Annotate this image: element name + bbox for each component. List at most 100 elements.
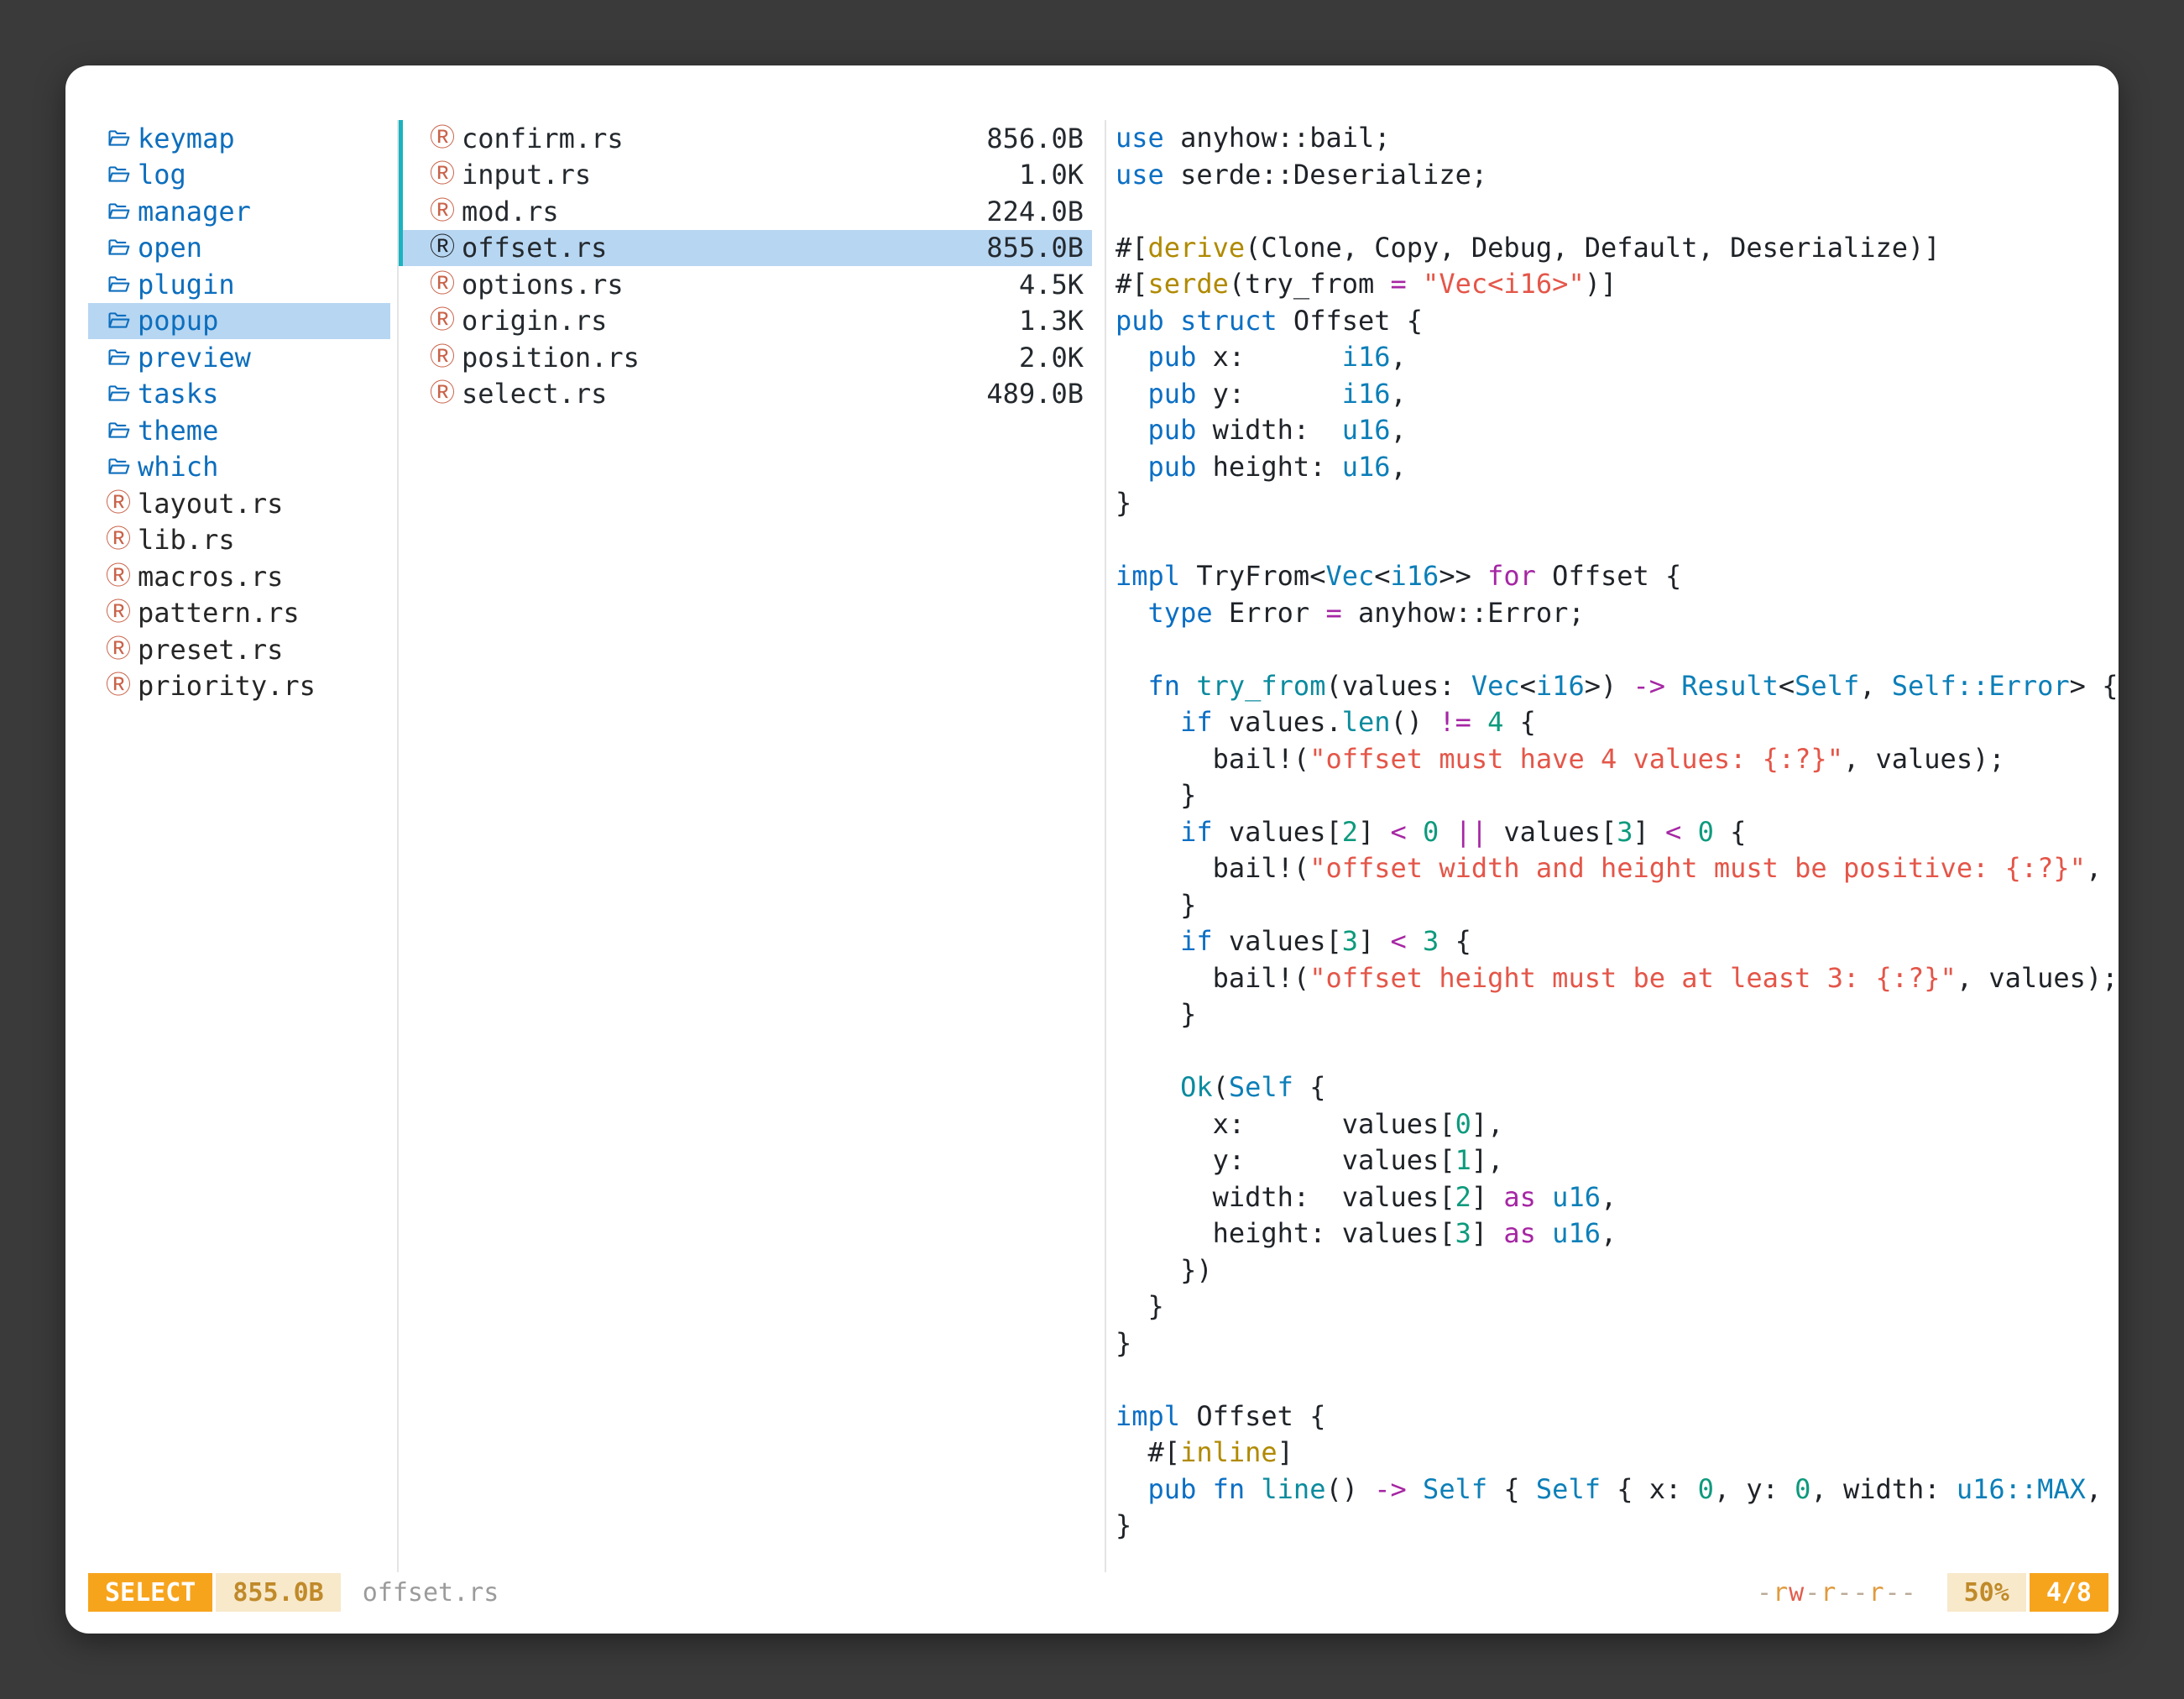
code-line: bail!("offset must have 4 values: {:?}",…	[1116, 741, 2119, 778]
code-token: fn	[1148, 670, 1181, 702]
code-token	[1116, 1473, 1148, 1505]
item-label: origin.rs	[462, 305, 607, 337]
code-token: > {	[2070, 670, 2119, 702]
code-token: <	[1520, 670, 1536, 702]
item-label: tasks	[138, 378, 218, 410]
code-token: anyhow::Error;	[1342, 597, 1585, 629]
code-token: }	[1116, 889, 1196, 921]
permissions: -rw-r--r--	[1757, 1578, 1917, 1608]
dir-item-manager[interactable]: manager	[88, 193, 390, 230]
code-token: }	[1116, 779, 1196, 811]
code-token: i16	[1391, 560, 1439, 592]
file-item-options.rs[interactable]: Ⓡ options.rs 4.5K	[399, 266, 1092, 303]
code-token: ,	[1391, 341, 1407, 373]
dir-item-popup[interactable]: popup	[88, 303, 390, 340]
file-item-preset.rs[interactable]: Ⓡ preset.rs	[88, 631, 390, 668]
code-line: use anyhow::bail;	[1116, 120, 2119, 157]
item-size: 1.3K	[1019, 305, 1084, 337]
code-token: impl	[1116, 560, 1180, 592]
code-token: Self	[1423, 1473, 1487, 1505]
dir-item-which[interactable]: which	[88, 449, 390, 486]
code-token: 1	[1455, 1144, 1471, 1176]
code-token: height:	[1196, 451, 1341, 483]
code-token: ,	[1391, 451, 1407, 483]
code-line: width: values[2] as u16,	[1116, 1179, 2119, 1216]
file-item-macros.rs[interactable]: Ⓡ macros.rs	[88, 558, 390, 595]
rust-file-icon: Ⓡ	[430, 162, 455, 187]
code-line: }	[1116, 887, 2119, 924]
code-token: {	[1439, 925, 1471, 957]
code-token: , width:	[1810, 1473, 1956, 1505]
code-token: 0	[1698, 816, 1714, 848]
file-item-lib.rs[interactable]: Ⓡ lib.rs	[88, 522, 390, 559]
code-token: 2	[1455, 1181, 1471, 1213]
file-item-input.rs[interactable]: Ⓡ input.rs 1.0K	[399, 157, 1092, 194]
file-item-select.rs[interactable]: Ⓡ select.rs 489.0B	[399, 376, 1092, 413]
code-token	[1116, 925, 1180, 957]
item-label: theme	[138, 415, 218, 447]
code-token: 0	[1455, 1108, 1471, 1140]
item-size: 224.0B	[986, 196, 1084, 227]
dir-item-open[interactable]: open	[88, 230, 390, 267]
yazi-file-manager-window: keymap log manager open	[65, 65, 2119, 1634]
folder-icon	[106, 309, 131, 332]
file-item-position.rs[interactable]: Ⓡ position.rs 2.0K	[399, 339, 1092, 376]
file-item-mod.rs[interactable]: Ⓡ mod.rs 224.0B	[399, 193, 1092, 230]
status-left: SELECT 855.0B offset.rs	[88, 1573, 499, 1612]
code-line: pub width: u16,	[1116, 412, 2119, 449]
rust-file-icon: Ⓡ	[430, 272, 455, 297]
file-item-pattern.rs[interactable]: Ⓡ pattern.rs	[88, 595, 390, 632]
item-label: macros.rs	[138, 561, 283, 593]
dir-item-theme[interactable]: theme	[88, 412, 390, 449]
item-label: offset.rs	[462, 232, 607, 264]
permission-char: -	[1805, 1578, 1821, 1608]
code-token	[1116, 451, 1148, 483]
rust-file-icon: Ⓡ	[106, 637, 131, 662]
file-item-confirm.rs[interactable]: Ⓡ confirm.rs 856.0B	[399, 120, 1092, 157]
code-line: }	[1116, 1289, 2119, 1325]
file-item-priority.rs[interactable]: Ⓡ priority.rs	[88, 668, 390, 705]
dir-item-log[interactable]: log	[88, 157, 390, 194]
code-token: u16	[1342, 414, 1391, 446]
code-token: "offset must have 4 values: {:?}"	[1309, 743, 1843, 775]
code-token: pub	[1148, 414, 1197, 446]
dir-item-preview[interactable]: preview	[88, 339, 390, 376]
code-token: if	[1180, 816, 1213, 848]
item-label: manager	[138, 196, 251, 227]
code-line: }	[1116, 777, 2119, 814]
rust-file-icon: Ⓡ	[106, 527, 131, 552]
code-token: <	[1665, 816, 1681, 848]
code-line: x: values[0],	[1116, 1106, 2119, 1143]
code-line: #[serde(try_from = "Vec<i16>")]	[1116, 266, 2119, 303]
file-item-layout.rs[interactable]: Ⓡ layout.rs	[88, 485, 390, 522]
dir-item-plugin[interactable]: plugin	[88, 266, 390, 303]
file-item-offset.rs[interactable]: Ⓡ offset.rs 855.0B	[399, 230, 1092, 267]
folder-icon	[106, 455, 131, 478]
selection-marker	[397, 157, 403, 194]
code-token: as	[1503, 1217, 1536, 1249]
file-item-origin.rs[interactable]: Ⓡ origin.rs 1.3K	[399, 303, 1092, 340]
code-token: ||	[1455, 816, 1488, 848]
permission-char: w	[1789, 1578, 1805, 1608]
code-token: (Clone, Copy, Debug, Default, Deserializ…	[1245, 232, 1940, 264]
folder-icon	[106, 200, 131, 223]
permission-char: -	[1901, 1578, 1917, 1608]
code-token: })	[1116, 1254, 1213, 1286]
status-filename: offset.rs	[363, 1578, 499, 1608]
code-token: i16	[1342, 341, 1391, 373]
code-token	[1471, 706, 1487, 738]
code-token: type	[1148, 597, 1213, 629]
code-token	[1407, 268, 1423, 300]
code-token: x: values[	[1116, 1108, 1455, 1140]
rust-file-icon: Ⓡ	[106, 673, 131, 698]
code-token: i16	[1342, 378, 1391, 410]
dir-item-keymap[interactable]: keymap	[88, 120, 390, 157]
permission-char: r	[1773, 1578, 1789, 1608]
code-token: if	[1180, 925, 1213, 957]
dir-item-tasks[interactable]: tasks	[88, 376, 390, 413]
code-line: type Error = anyhow::Error;	[1116, 595, 2119, 632]
parent-pane-list: keymap log manager open	[88, 120, 390, 1572]
folder-icon	[106, 382, 131, 405]
code-token: ]	[1277, 1436, 1293, 1468]
code-token: impl	[1116, 1400, 1180, 1432]
